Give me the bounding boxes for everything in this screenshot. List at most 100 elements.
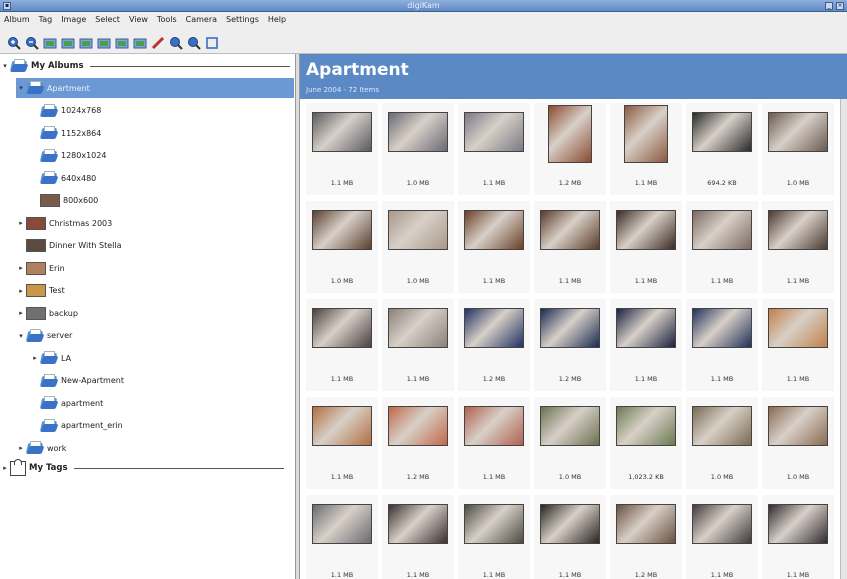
collapse-arrow-icon[interactable]: ▾: [16, 332, 26, 340]
thumbnail-item[interactable]: 1.0 MB: [382, 201, 454, 293]
photo-thumbnail[interactable]: [768, 504, 828, 544]
album-item-800x600[interactable]: 800x600: [30, 191, 294, 211]
minimize-icon[interactable]: _: [825, 2, 833, 10]
album-item-640x480[interactable]: 640x480: [30, 168, 294, 188]
thumbnail-item[interactable]: 1.1 MB: [382, 495, 454, 579]
thumbnail-item[interactable]: 1.2 MB: [382, 397, 454, 489]
advanced-search-icon[interactable]: [186, 36, 201, 50]
thumbnail-item[interactable]: 1.1 MB: [610, 299, 682, 391]
menu-tag[interactable]: Tag: [39, 15, 53, 24]
menu-view[interactable]: View: [129, 15, 148, 24]
thumbnail-item[interactable]: 1.1 MB: [458, 103, 530, 195]
album-new-icon[interactable]: [42, 36, 57, 50]
photo-thumbnail[interactable]: [312, 504, 372, 544]
thumbnail-item[interactable]: 1.1 MB: [686, 495, 758, 579]
photo-thumbnail[interactable]: [540, 406, 600, 446]
thumbnail-item[interactable]: 1.0 MB: [382, 103, 454, 195]
photo-thumbnail[interactable]: [312, 308, 372, 348]
thumbnail-item[interactable]: 1,023.2 KB: [610, 397, 682, 489]
thumbnail-item[interactable]: 1.1 MB: [458, 495, 530, 579]
photo-thumbnail[interactable]: [388, 504, 448, 544]
photo-thumbnail[interactable]: [768, 308, 828, 348]
menu-camera[interactable]: Camera: [186, 15, 217, 24]
photo-thumbnail[interactable]: [464, 406, 524, 446]
thumbnail-item[interactable]: 1.1 MB: [762, 201, 834, 293]
photo-thumbnail[interactable]: [540, 210, 600, 250]
vertical-scrollbar[interactable]: [840, 99, 847, 579]
expand-arrow-icon[interactable]: ▸: [30, 354, 40, 362]
photo-thumbnail[interactable]: [388, 308, 448, 348]
photo-thumbnail[interactable]: [312, 406, 372, 446]
tree-root-my-albums[interactable]: ▾ My Albums: [0, 56, 294, 76]
expand-arrow-icon[interactable]: ▸: [16, 444, 26, 452]
thumbnail-item[interactable]: 1.0 MB: [306, 201, 378, 293]
photo-thumbnail[interactable]: [464, 210, 524, 250]
slideshow-icon[interactable]: [96, 36, 111, 50]
expand-arrow-icon[interactable]: ▸: [16, 264, 26, 272]
album-item-backup[interactable]: ▸ backup: [16, 303, 294, 323]
photo-thumbnail[interactable]: [616, 210, 676, 250]
photo-thumbnail[interactable]: [768, 406, 828, 446]
photo-thumbnail[interactable]: [388, 112, 448, 152]
photo-thumbnail[interactable]: [692, 406, 752, 446]
expand-arrow-icon[interactable]: ▸: [0, 464, 10, 472]
thumbnail-item[interactable]: 1.1 MB: [610, 103, 682, 195]
image-rotate-icon[interactable]: [114, 36, 129, 50]
thumbnail-item[interactable]: 1.1 MB: [306, 495, 378, 579]
photo-thumbnail[interactable]: [616, 308, 676, 348]
photo-thumbnail[interactable]: [768, 112, 828, 152]
photo-thumbnail[interactable]: [616, 504, 676, 544]
collapse-arrow-icon[interactable]: ▾: [0, 62, 10, 70]
thumbnail-item[interactable]: 1.2 MB: [610, 495, 682, 579]
album-item-erin[interactable]: ▸ Erin: [16, 258, 294, 278]
image-properties-icon[interactable]: [132, 36, 147, 50]
menu-select[interactable]: Select: [95, 15, 120, 24]
photo-thumbnail[interactable]: [388, 406, 448, 446]
photo-thumbnail[interactable]: [616, 406, 676, 446]
album-item-apartment[interactable]: ▾ Apartment: [16, 78, 294, 98]
edit-pencil-icon[interactable]: [150, 36, 165, 50]
thumbnail-item[interactable]: 1.1 MB: [534, 201, 606, 293]
photo-thumbnail[interactable]: [540, 504, 600, 544]
zoom-in-icon[interactable]: [6, 36, 21, 50]
expand-arrow-icon[interactable]: ▸: [16, 219, 26, 227]
photo-thumbnail[interactable]: [464, 112, 524, 152]
expand-arrow-icon[interactable]: ▸: [16, 287, 26, 295]
expand-arrow-icon[interactable]: ▸: [16, 309, 26, 317]
menu-help[interactable]: Help: [268, 15, 286, 24]
thumbnail-item[interactable]: 1.1 MB: [686, 201, 758, 293]
album-item-christmas-2003[interactable]: ▸ Christmas 2003: [16, 213, 294, 233]
photo-thumbnail[interactable]: [692, 504, 752, 544]
thumbnail-item[interactable]: 1.1 MB: [610, 201, 682, 293]
thumbnail-item[interactable]: 1.0 MB: [686, 397, 758, 489]
thumbnail-item[interactable]: 1.0 MB: [762, 103, 834, 195]
thumbnail-item[interactable]: 1.1 MB: [306, 299, 378, 391]
photo-thumbnail[interactable]: [540, 308, 600, 348]
photo-thumbnail[interactable]: [464, 308, 524, 348]
menu-image[interactable]: Image: [61, 15, 86, 24]
album-item-dinner-with-stella[interactable]: Dinner With Stella: [16, 236, 294, 256]
album-item-1024x768[interactable]: 1024x768: [30, 101, 294, 121]
search-icon[interactable]: [168, 36, 183, 50]
album-item-1152x864[interactable]: 1152x864: [30, 123, 294, 143]
photo-thumbnail[interactable]: [388, 210, 448, 250]
collapse-arrow-icon[interactable]: ▾: [16, 84, 26, 92]
menu-settings[interactable]: Settings: [226, 15, 259, 24]
photo-thumbnail[interactable]: [768, 210, 828, 250]
thumbnail-item[interactable]: 1.2 MB: [534, 299, 606, 391]
photo-thumbnail[interactable]: [312, 210, 372, 250]
thumbnail-item[interactable]: 1.1 MB: [686, 299, 758, 391]
zoom-out-icon[interactable]: [24, 36, 39, 50]
photo-thumbnail[interactable]: [692, 112, 752, 152]
photo-thumbnail[interactable]: [692, 210, 752, 250]
thumbnail-item[interactable]: 1.1 MB: [534, 495, 606, 579]
album-item-apartment[interactable]: apartment: [30, 393, 294, 413]
thumbnail-item[interactable]: 1.0 MB: [762, 397, 834, 489]
thumbnail-item[interactable]: 1.1 MB: [382, 299, 454, 391]
tree-root-my-tags[interactable]: ▸ My Tags: [0, 458, 294, 478]
thumbnail-item[interactable]: 1.1 MB: [306, 103, 378, 195]
album-item-la[interactable]: ▸ LA: [30, 348, 294, 368]
thumbnail-item[interactable]: 694.2 KB: [686, 103, 758, 195]
photo-thumbnail[interactable]: [624, 105, 668, 163]
album-item-test[interactable]: ▸ Test: [16, 281, 294, 301]
